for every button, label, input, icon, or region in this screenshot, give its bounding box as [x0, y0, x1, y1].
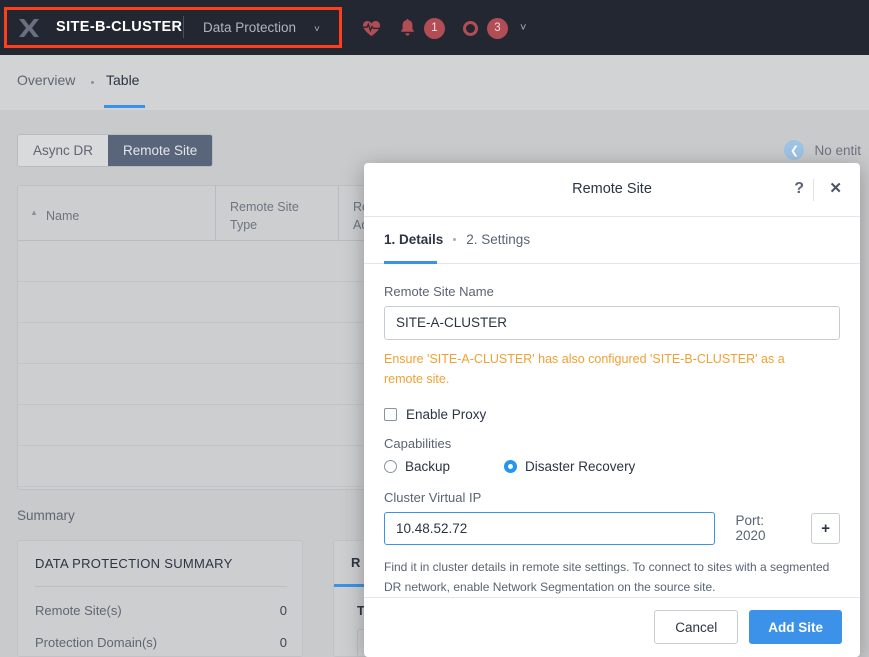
capabilities-label: Capabilities — [384, 435, 452, 451]
top-bar: SITE-B-CLUSTER Data Protection ˅ 1 3 ˅ — [0, 0, 869, 55]
segment-remote-site[interactable]: Remote Site — [108, 135, 213, 166]
cluster-virtual-ip-label: Cluster Virtual IP — [384, 489, 482, 505]
subnav-item-overview[interactable]: Overview — [17, 72, 75, 88]
header-icon-group: 1 3 ˅ — [360, 14, 526, 42]
data-protection-summary-card: DATA PROTECTION SUMMARY Remote Site(s) 0… — [17, 540, 303, 657]
dialog-header-divider — [813, 179, 814, 201]
remote-site-warning-text: Ensure 'SITE-A-CLUSTER' has also configu… — [384, 351, 785, 386]
backup-radio[interactable] — [384, 459, 397, 473]
plus-icon[interactable]: + — [811, 512, 840, 544]
entity-info-bar: ❮ No entit — [784, 140, 861, 160]
app-root: SITE-B-CLUSTER Data Protection ˅ 1 3 ˅ O… — [0, 0, 869, 657]
cluster-virtual-ip-value: 10.48.52.72 — [396, 520, 468, 536]
column-header-line2: Type — [230, 218, 258, 232]
circle-ring-icon[interactable] — [459, 16, 481, 40]
subnav-separator-dot — [91, 81, 94, 84]
backup-label: Backup — [405, 458, 451, 474]
cluster-virtual-ip-row: 10.48.52.72 Port: 2020 + — [384, 511, 840, 545]
subnav-active-underline — [104, 105, 145, 108]
chevron-left-circle-icon[interactable]: ❮ — [784, 140, 805, 160]
enable-proxy-label: Enable Proxy — [406, 406, 487, 422]
chevron-down-icon[interactable]: ˅ — [314, 24, 320, 35]
summary-heading: Summary — [17, 508, 75, 523]
remote-site-dialog: Remote Site ? ✕ 1. Details 2. Settings R… — [364, 163, 860, 657]
subnav-item-table[interactable]: Table — [106, 72, 139, 88]
capabilities-radio-group: Backup Disaster Recovery — [384, 459, 840, 474]
segment-async-dr[interactable]: Async DR — [18, 135, 109, 166]
close-icon[interactable]: ✕ — [829, 179, 842, 197]
summary-row-remote-sites: Remote Site(s) 0 — [35, 603, 287, 618]
dialog-header: Remote Site ? ✕ — [364, 163, 860, 217]
header-divider — [183, 16, 184, 38]
user-menu-chevron-down-icon[interactable]: ˅ — [520, 22, 526, 34]
enable-proxy-checkbox[interactable] — [384, 407, 397, 421]
dialog-step-nav: 1. Details 2. Settings — [364, 217, 860, 264]
summary-row-value: 0 — [279, 635, 287, 650]
question-mark-icon[interactable]: ? — [794, 180, 804, 198]
remote-site-name-label: Remote Site Name — [384, 283, 494, 299]
port-text: Port: 2020 — [735, 513, 766, 544]
dialog-body: Remote Site Name SITE-A-CLUSTER Ensure '… — [364, 264, 860, 597]
column-header-name[interactable]: Name — [46, 207, 79, 225]
bell-icon[interactable] — [396, 16, 418, 40]
remote-site-name-value: SITE-A-CLUSTER — [396, 315, 508, 331]
summary-row-label: Protection Domain(s) — [35, 635, 158, 650]
step-details[interactable]: 1. Details — [384, 232, 443, 247]
cluster-virtual-ip-hint: Find it in cluster details in remote sit… — [384, 559, 830, 594]
column-header-line1: Remote Site — [230, 200, 299, 214]
card-divider — [35, 586, 287, 587]
dialog-title: Remote Site — [572, 181, 652, 198]
heart-pulse-icon[interactable] — [360, 16, 382, 40]
disaster-recovery-label: Disaster Recovery — [525, 458, 636, 474]
cluster-name: SITE-B-CLUSTER — [56, 19, 183, 35]
card2-tab-label[interactable]: R — [351, 555, 360, 570]
cancel-button[interactable]: Cancel — [654, 610, 739, 645]
sub-nav: Overview Table — [0, 55, 869, 110]
x-logo-icon[interactable] — [16, 16, 42, 40]
capability-option-disaster-recovery[interactable]: Disaster Recovery — [504, 459, 635, 474]
summary-row-protection-domains: Protection Domain(s) 0 — [35, 635, 287, 650]
add-site-button[interactable]: Add Site — [749, 610, 842, 645]
capability-option-backup[interactable]: Backup — [384, 459, 450, 474]
remote-site-name-input[interactable]: SITE-A-CLUSTER — [384, 305, 840, 340]
card-title: DATA PROTECTION SUMMARY — [35, 556, 233, 571]
task-count-badge[interactable]: 3 — [487, 17, 508, 39]
alert-count-badge[interactable]: 1 — [424, 17, 445, 39]
step-separator-dot — [453, 238, 457, 242]
dialog-footer: Cancel Add Site — [364, 596, 860, 657]
cluster-virtual-ip-input[interactable]: 10.48.52.72 — [384, 511, 716, 545]
summary-row-label: Remote Site(s) — [35, 603, 122, 618]
summary-row-value: 0 — [279, 603, 287, 618]
app-context-label[interactable]: Data Protection — [203, 20, 296, 35]
step-settings[interactable]: 2. Settings — [466, 232, 530, 247]
view-segment-control: Async DR Remote Site — [17, 134, 214, 167]
entity-info-text: No entit — [814, 142, 861, 158]
disaster-recovery-radio[interactable] — [504, 459, 518, 473]
column-header-remote-site-type[interactable]: Remote Site Type — [230, 198, 299, 234]
enable-proxy-row[interactable]: Enable Proxy — [384, 407, 840, 422]
sort-asc-icon[interactable]: ▲ — [30, 208, 38, 217]
